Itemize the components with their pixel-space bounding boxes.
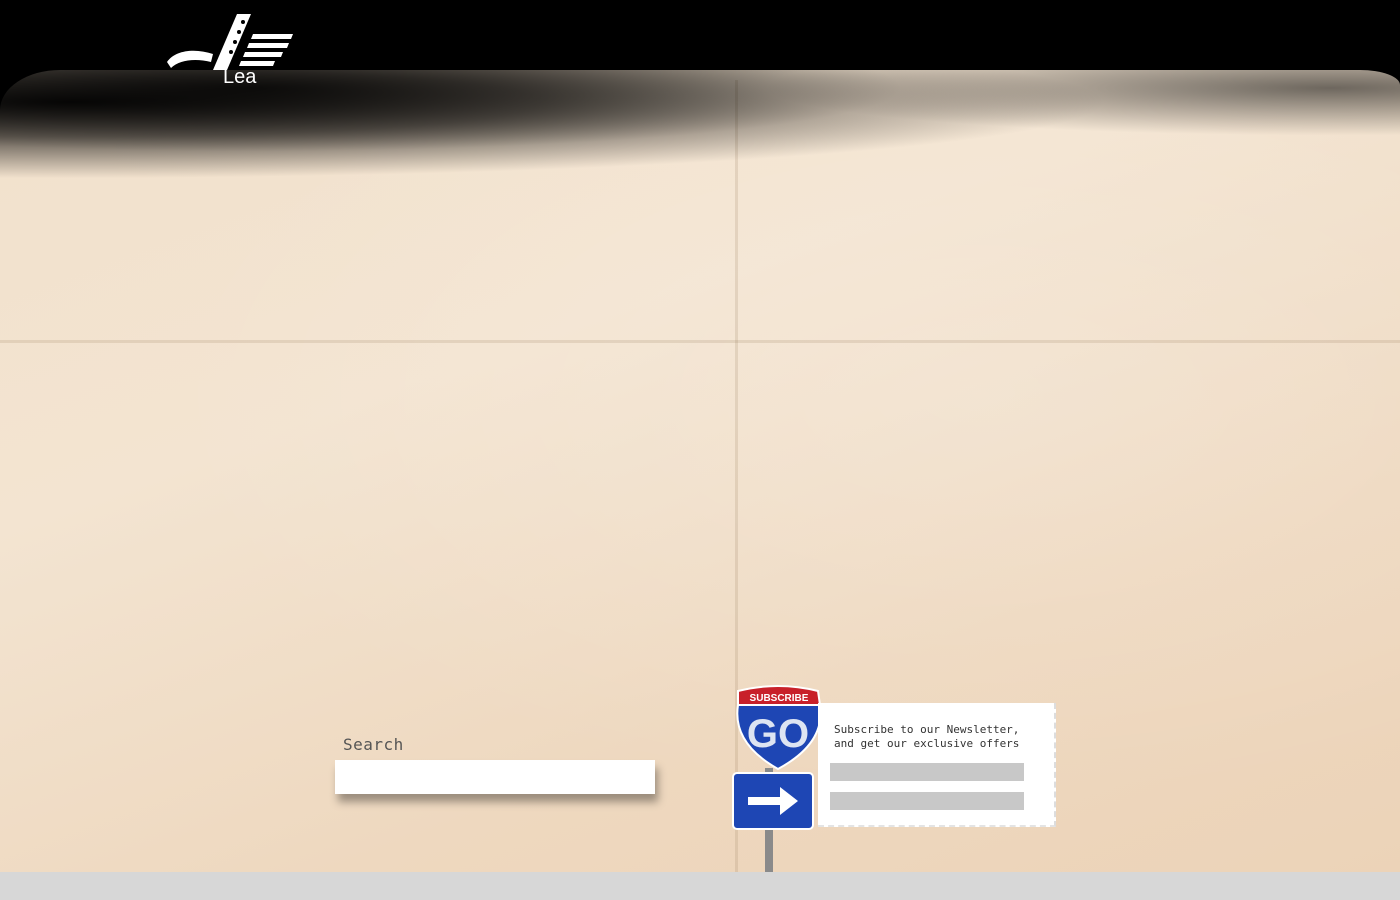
search-input[interactable] (335, 760, 655, 794)
newsletter-panel: Subscribe to our Newsletter, and get our… (818, 703, 1056, 827)
search-label: Search (343, 735, 404, 754)
paper-background (0, 70, 1400, 880)
newsletter-field-2[interactable] (830, 792, 1024, 810)
lea-logo[interactable]: Lea (165, 12, 295, 87)
subscribe-go-sign[interactable]: SUBSCRIBE GO (730, 683, 830, 883)
fold-line-horizontal (0, 340, 1400, 343)
sign-go-text: GO (747, 712, 809, 756)
search-block: Search (335, 735, 655, 794)
newsletter-text-line1: Subscribe to our Newsletter, (834, 723, 1020, 736)
newsletter-text-line2: and get our exclusive offers (834, 737, 1020, 750)
sign-subscribe-text: SUBSCRIBE (750, 693, 809, 704)
newsletter-field-1[interactable] (830, 763, 1024, 781)
logo-text: Lea (223, 66, 257, 87)
page-bottom-edge (0, 872, 1400, 900)
